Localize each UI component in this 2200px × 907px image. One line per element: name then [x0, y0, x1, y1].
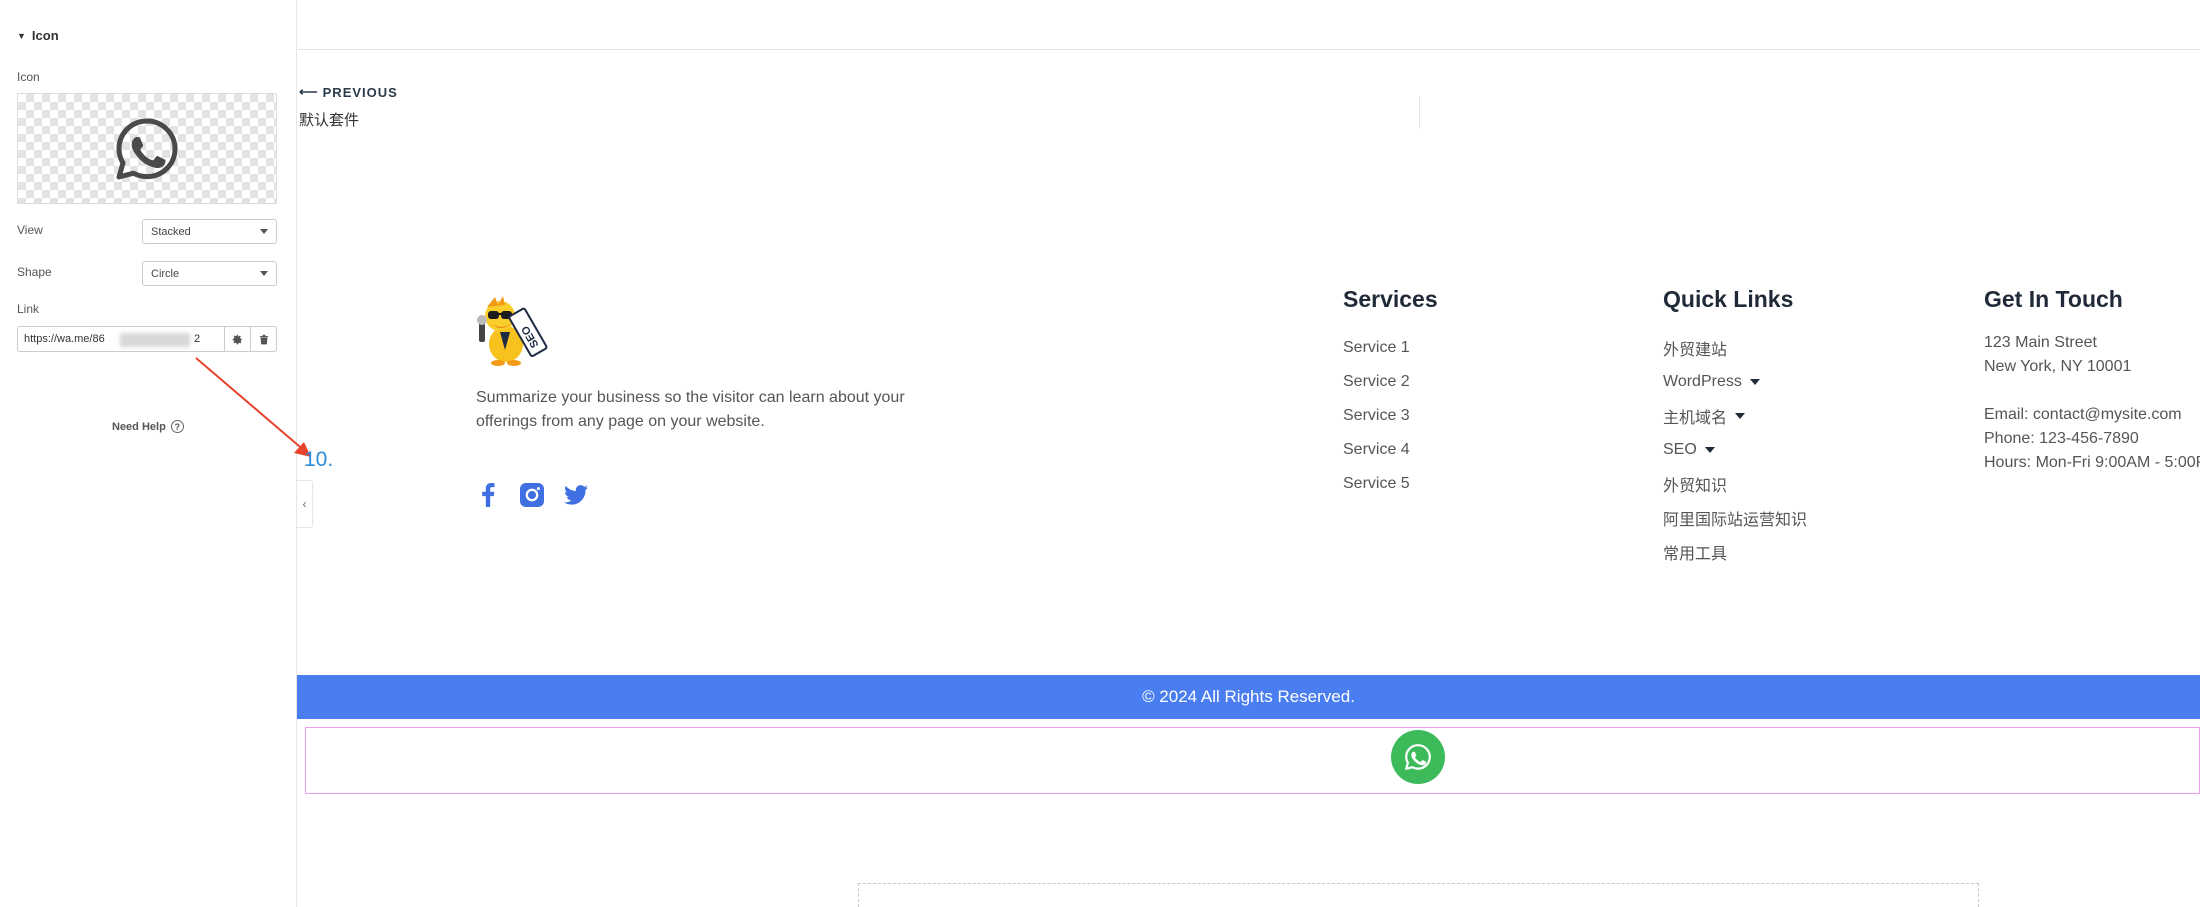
- address-line-1: 123 Main Street: [1984, 334, 2097, 351]
- whatsapp-icon: [1405, 744, 1431, 770]
- contact-column: Get In Touch 123 Main Street New York, N…: [1984, 286, 2200, 475]
- page: ▼ Icon Icon View Stacked Shape Circle Li…: [0, 0, 2200, 907]
- editor-panel: ▼ Icon Icon View Stacked Shape Circle Li…: [0, 0, 297, 907]
- contact-phone: Phone: 123-456-7890: [1984, 430, 2139, 447]
- copyright-bar: © 2024 All Rights Reserved.: [297, 675, 2200, 719]
- link-label: Link: [17, 302, 40, 316]
- icon-picker[interactable]: [17, 93, 277, 204]
- previous-label-row: ⟵ PREVIOUS: [299, 84, 398, 100]
- quick-link[interactable]: 外贸知识: [1663, 467, 1807, 501]
- caret-down-icon: [1735, 413, 1746, 419]
- social-icons: [476, 483, 588, 507]
- contact-email: Email: contact@mysite.com: [1984, 406, 2182, 423]
- icon-label: Icon: [17, 70, 40, 84]
- service-link-label: Service 2: [1343, 373, 1410, 390]
- service-link-label: Service 5: [1343, 475, 1410, 492]
- facebook-icon: [482, 483, 495, 507]
- link-delete-button[interactable]: [251, 326, 277, 352]
- footer-tagline: Summarize your business so the visitor c…: [476, 389, 905, 430]
- quick-link-label: 常用工具: [1663, 546, 1728, 563]
- view-select[interactable]: Stacked: [142, 219, 277, 244]
- instagram-link[interactable]: [520, 483, 544, 507]
- shape-label: Shape: [17, 265, 52, 279]
- service-link-label: Service 4: [1343, 441, 1410, 458]
- need-help-link[interactable]: Need Help ?: [112, 420, 184, 433]
- service-link[interactable]: Service 2: [1343, 365, 1438, 399]
- link-value-prefix: https://wa.me/86: [24, 333, 105, 345]
- previous-post-title: 默认套件: [299, 112, 360, 129]
- quick-link-label: 外贸建站: [1663, 342, 1728, 359]
- instagram-icon: [520, 483, 544, 507]
- section-title: Icon: [31, 28, 59, 43]
- quick-link-dropdown[interactable]: SEO: [1663, 433, 1807, 467]
- quick-link-dropdown[interactable]: WordPress: [1663, 365, 1807, 399]
- whatsapp-icon: [116, 118, 178, 179]
- service-link[interactable]: Service 1: [1343, 331, 1438, 365]
- arrow-left-icon: ⟵: [299, 84, 319, 99]
- gear-icon: [232, 334, 242, 344]
- quick-link-label: 主机域名: [1663, 410, 1728, 427]
- header-divider: [298, 49, 2200, 50]
- contact-heading: Get In Touch: [1984, 286, 2123, 312]
- service-link-label: Service 1: [1343, 339, 1410, 356]
- services-column: Services Service 1 Service 2 Service 3 S…: [1343, 286, 1438, 501]
- twitter-icon: [564, 485, 588, 505]
- quick-link-label: SEO: [1663, 441, 1697, 458]
- facebook-link[interactable]: [476, 483, 500, 507]
- caret-down-icon: ▼: [17, 30, 26, 41]
- quick-link-label: 外贸知识: [1663, 478, 1728, 495]
- redacted-blur: [120, 333, 190, 347]
- need-help-label: Need Help: [112, 420, 166, 433]
- quick-links-column: Quick Links 外贸建站 WordPress 主机域名 SEO 外贸知识…: [1663, 286, 1807, 569]
- help-icon: ?: [170, 420, 184, 433]
- shape-select-value: Circle: [151, 267, 180, 280]
- previous-label: PREVIOUS: [322, 84, 398, 100]
- quick-links-heading: Quick Links: [1663, 286, 1794, 312]
- link-row: https://wa.me/86 2: [17, 326, 277, 352]
- service-link[interactable]: Service 5: [1343, 467, 1438, 501]
- chevron-down-icon: [260, 271, 268, 276]
- copyright-text: © 2024 All Rights Reserved.: [1142, 687, 1355, 706]
- selected-whatsapp-section[interactable]: [305, 727, 2200, 794]
- quick-link-label: 阿里国际站运营知识: [1663, 512, 1808, 529]
- address-line-2: New York, NY 10001: [1984, 358, 2132, 375]
- service-link[interactable]: Service 3: [1343, 399, 1438, 433]
- quick-link[interactable]: 阿里国际站运营知识: [1663, 501, 1807, 535]
- caret-down-icon: [1749, 379, 1760, 385]
- view-label: View: [17, 223, 43, 237]
- site-logo: SEO: [477, 296, 548, 366]
- services-heading: Services: [1343, 286, 1438, 312]
- link-value-suffix: 2: [194, 333, 201, 345]
- quick-link[interactable]: 常用工具: [1663, 535, 1807, 569]
- service-link-label: Service 3: [1343, 407, 1410, 424]
- section-toggle-icon[interactable]: ▼ Icon: [17, 28, 59, 43]
- quick-link-dropdown[interactable]: 主机域名: [1663, 399, 1807, 433]
- link-input[interactable]: https://wa.me/86 2: [17, 326, 225, 352]
- quick-link-label: WordPress: [1663, 373, 1742, 390]
- post-nav-divider: [1419, 97, 1420, 129]
- quick-link[interactable]: 外贸建站: [1663, 331, 1807, 365]
- previous-post-link[interactable]: ⟵ PREVIOUS 默认套件: [299, 84, 398, 130]
- link-settings-button[interactable]: [225, 326, 251, 352]
- twitter-link[interactable]: [564, 483, 588, 507]
- caret-down-icon: [1704, 447, 1715, 453]
- annotation-number: 10.: [304, 448, 334, 471]
- contact-hours: Hours: Mon-Fri 9:00AM - 5:00PM: [1984, 454, 2200, 471]
- chevron-down-icon: [260, 229, 268, 234]
- panel-collapse-toggle[interactable]: ‹: [297, 480, 313, 528]
- whatsapp-button[interactable]: [1391, 730, 1445, 784]
- shape-select[interactable]: Circle: [142, 261, 277, 286]
- view-select-value: Stacked: [151, 225, 191, 238]
- service-link[interactable]: Service 4: [1343, 433, 1438, 467]
- empty-section-placeholder[interactable]: [858, 883, 1979, 907]
- chevron-left-icon: ‹: [302, 497, 307, 511]
- trash-icon: [259, 334, 268, 344]
